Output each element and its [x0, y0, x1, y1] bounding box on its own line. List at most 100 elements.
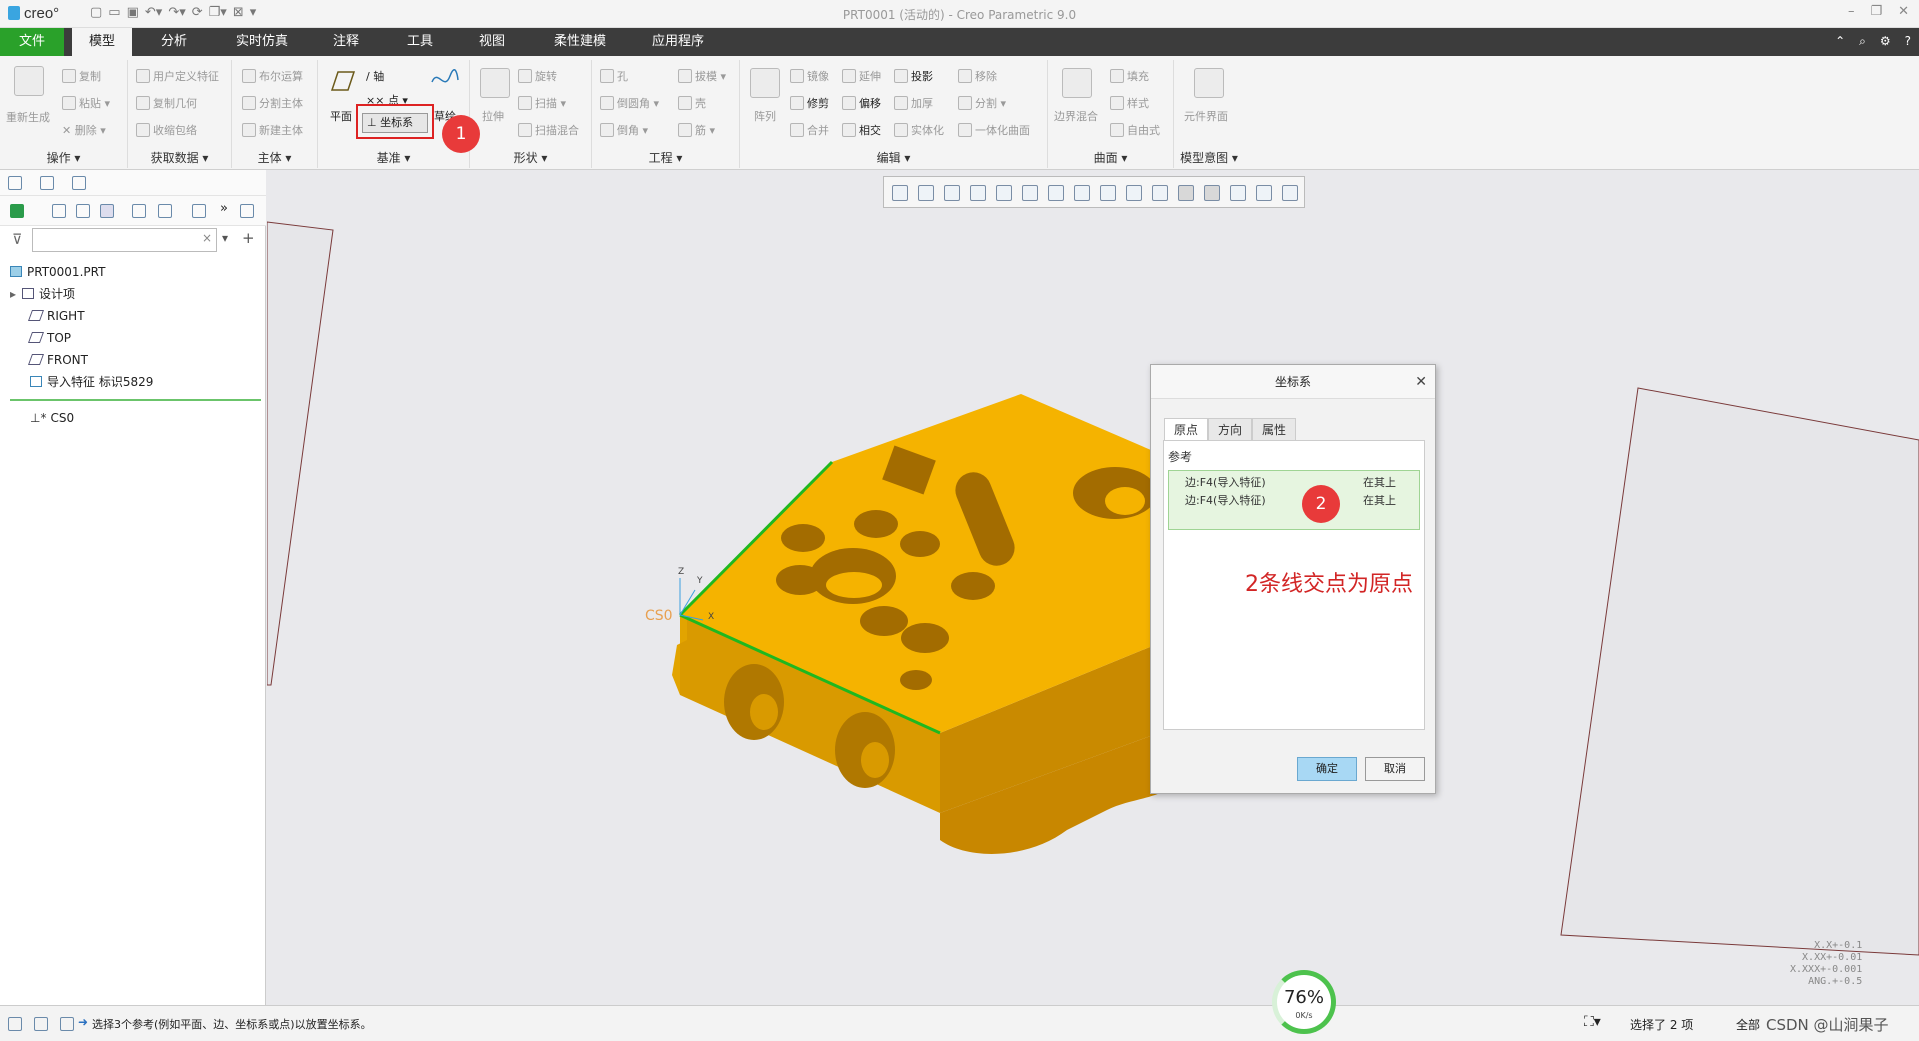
- favorites-tab-icon[interactable]: [72, 176, 86, 190]
- perspective-icon[interactable]: [1074, 185, 1090, 201]
- offset-button[interactable]: 偏移: [842, 95, 881, 111]
- shrinkwrap-button[interactable]: 收缩包络: [136, 122, 197, 138]
- mirror-button[interactable]: 镜像: [790, 68, 829, 84]
- group-body-label[interactable]: 主体 ▾: [232, 149, 317, 166]
- tab-model[interactable]: 模型: [72, 28, 132, 56]
- tab-orientation[interactable]: 方向: [1208, 418, 1253, 440]
- trim-button[interactable]: 修剪: [790, 95, 829, 111]
- tree-search-input[interactable]: [32, 228, 217, 252]
- extrude-icon[interactable]: [480, 68, 510, 98]
- axis-button[interactable]: / 轴: [366, 68, 384, 84]
- settings-tree-icon[interactable]: [192, 204, 206, 218]
- cancel-button[interactable]: 取消: [1365, 757, 1425, 781]
- sketch-icon[interactable]: [430, 68, 460, 92]
- close-icon[interactable]: ✕: [1415, 365, 1427, 399]
- extend-button[interactable]: 延伸: [842, 68, 881, 84]
- model-icon[interactable]: [10, 204, 24, 218]
- merge-button[interactable]: 合并: [790, 122, 829, 138]
- fullscreen-icon[interactable]: [60, 1017, 74, 1031]
- tree-item-right[interactable]: RIGHT: [27, 306, 85, 326]
- component-interface-button[interactable]: 元件界面: [1184, 108, 1228, 124]
- reference-row[interactable]: 边:F4(导入特征) 在其上: [1185, 474, 1396, 490]
- tab-flexible-modeling[interactable]: 柔性建模: [540, 28, 620, 56]
- group-model-intent-label[interactable]: 模型意图 ▾: [1174, 149, 1244, 166]
- reorient-icon[interactable]: [996, 185, 1012, 201]
- intersect-button[interactable]: 相交: [842, 122, 881, 138]
- draft-button[interactable]: 拔模 ▾: [678, 68, 726, 84]
- tab-annotate[interactable]: 注释: [320, 28, 372, 56]
- tab-analysis[interactable]: 分析: [148, 28, 200, 56]
- tab-view[interactable]: 视图: [466, 28, 518, 56]
- thicken-button[interactable]: 加厚: [894, 95, 933, 111]
- delete-button[interactable]: ✕ 删除 ▾: [62, 122, 106, 138]
- tree-columns-icon[interactable]: [158, 204, 172, 218]
- saved-views-icon[interactable]: [1022, 185, 1038, 201]
- list-detail-icon[interactable]: [76, 204, 90, 218]
- swept-blend-button[interactable]: 扫描混合: [518, 122, 579, 138]
- tab-origin[interactable]: 原点: [1164, 418, 1209, 440]
- ok-button[interactable]: 确定: [1297, 757, 1357, 781]
- remove-button[interactable]: 移除: [958, 68, 997, 84]
- group-surfaces-label[interactable]: 曲面 ▾: [1048, 149, 1173, 166]
- csys-display-icon[interactable]: [1204, 185, 1220, 201]
- help-icon[interactable]: ?: [1905, 34, 1911, 49]
- refit-icon[interactable]: [892, 185, 908, 201]
- copy-geometry-button[interactable]: 复制几何: [136, 95, 197, 111]
- regenerate-button[interactable]: 重新生成: [6, 109, 50, 125]
- annotation-display-icon[interactable]: [1178, 185, 1194, 201]
- show-icon[interactable]: [240, 204, 254, 218]
- toggle-tree-icon[interactable]: [8, 1017, 22, 1031]
- boundary-blend-button[interactable]: 边界混合: [1054, 108, 1098, 124]
- tree-item-design-items[interactable]: ▸ 设计项: [10, 284, 75, 304]
- view-manager-icon[interactable]: [1048, 185, 1064, 201]
- clear-filter-icon[interactable]: ×: [202, 231, 212, 245]
- tab-simulation[interactable]: 实时仿真: [222, 28, 302, 56]
- chamfer-button[interactable]: 倒角 ▾: [600, 122, 648, 138]
- split-body-button[interactable]: 分割主体: [242, 95, 303, 111]
- revolve-button[interactable]: 旋转: [518, 68, 557, 84]
- collapse-ribbon-icon[interactable]: ⌃: [1835, 34, 1845, 49]
- tree-item-part[interactable]: PRT0001.PRT: [10, 262, 105, 282]
- pause-icon[interactable]: [1256, 185, 1272, 201]
- pattern-button[interactable]: 阵列: [754, 108, 776, 124]
- udf-button[interactable]: 用户定义特征: [136, 68, 219, 84]
- boundary-blend-icon[interactable]: [1062, 68, 1092, 98]
- folder-browser-tab-icon[interactable]: [40, 176, 54, 190]
- search-icon[interactable]: ⌕: [1859, 34, 1866, 49]
- selection-count[interactable]: 选择了 2 项: [1630, 1016, 1693, 1033]
- project-button[interactable]: 投影: [894, 68, 933, 84]
- tab-properties[interactable]: 属性: [1252, 418, 1297, 440]
- maximize-icon[interactable]: ❐: [1870, 4, 1882, 19]
- component-interface-icon[interactable]: [1194, 68, 1224, 98]
- annotation-icon[interactable]: [1282, 185, 1298, 201]
- list-icon[interactable]: [52, 204, 66, 218]
- plane-icon[interactable]: [326, 70, 356, 92]
- display-style-icon[interactable]: [1100, 185, 1116, 201]
- minimize-icon[interactable]: –: [1848, 4, 1855, 19]
- tab-file[interactable]: 文件: [0, 28, 64, 56]
- shell-button[interactable]: 壳: [678, 95, 706, 111]
- group-get-data-label[interactable]: 获取数据 ▾: [128, 149, 231, 166]
- tree-item-top[interactable]: TOP: [27, 328, 71, 348]
- tab-tools[interactable]: 工具: [394, 28, 446, 56]
- columns-icon[interactable]: [100, 204, 114, 218]
- freestyle-button[interactable]: 自由式: [1110, 122, 1160, 138]
- reference-type[interactable]: 在其上: [1363, 474, 1396, 490]
- style-button[interactable]: 样式: [1110, 95, 1149, 111]
- tree-filter-icon[interactable]: [132, 204, 146, 218]
- more-icon[interactable]: »: [220, 201, 228, 216]
- spin-center-icon[interactable]: [1230, 185, 1246, 201]
- tab-applications[interactable]: 应用程序: [638, 28, 718, 56]
- settings-icon[interactable]: ⚙: [1880, 34, 1891, 49]
- tree-item-import-feature[interactable]: 导入特征 标识5829: [30, 372, 153, 392]
- group-engineering-label[interactable]: 工程 ▾: [592, 149, 739, 166]
- group-operations-label[interactable]: 操作 ▾: [0, 149, 127, 166]
- add-filter-icon[interactable]: +: [242, 229, 255, 247]
- datum-display-icon[interactable]: [1152, 185, 1168, 201]
- zoom-out-icon[interactable]: [944, 185, 960, 201]
- group-shapes-label[interactable]: 形状 ▾: [470, 149, 591, 166]
- extrude-button[interactable]: 拉伸: [482, 108, 504, 124]
- zoom-in-icon[interactable]: [918, 185, 934, 201]
- unify-surface-button[interactable]: 一体化曲面: [958, 122, 1030, 138]
- group-editing-label[interactable]: 编辑 ▾: [740, 149, 1047, 166]
